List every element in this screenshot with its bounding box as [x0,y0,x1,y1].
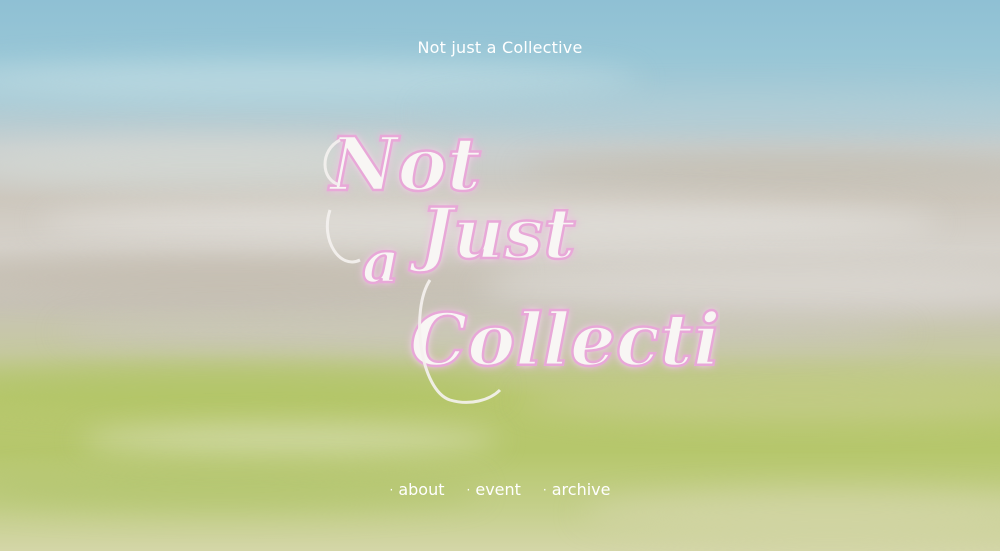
nav-event-label: event [475,480,521,499]
nav-about-label: about [398,480,445,499]
bg-streak [0,60,640,100]
nav-about[interactable]: · about [390,480,445,499]
nav-bullet: · [389,482,394,497]
nav-event[interactable]: · event [467,480,521,499]
nav-archive[interactable]: · archive [543,480,611,499]
hero-background: Not just a Collective Not Just a Collect… [0,0,1000,551]
logo-word-collective: Collective [410,297,720,382]
site-title[interactable]: Not just a Collective [0,38,1000,57]
nav-archive-label: archive [551,480,611,499]
nav-bullet: · [466,482,471,497]
logo-word-a: a [362,228,400,296]
nav-bullet: · [542,482,547,497]
main-nav: · about · event · archive [0,480,1000,499]
collective-logo: Not Just a Collective [323,121,720,404]
logo-word-just: Just [409,192,576,275]
